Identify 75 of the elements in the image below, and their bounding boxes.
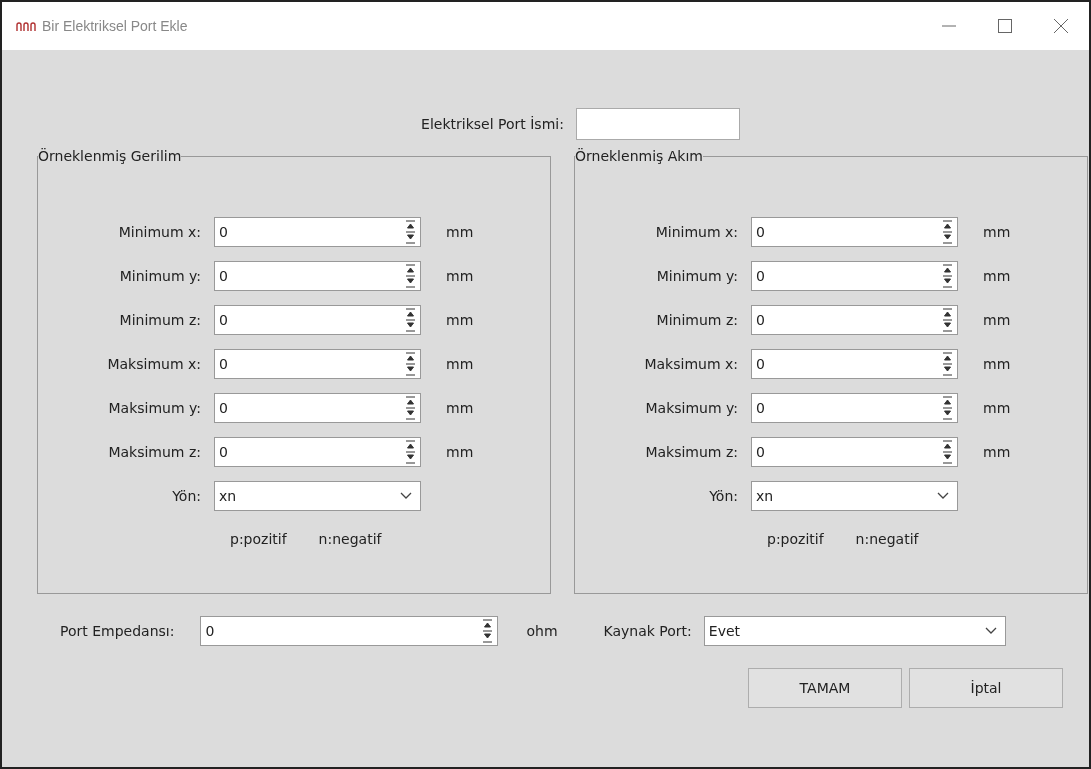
spin-field[interactable]: 0 xyxy=(214,349,421,379)
spin-field[interactable]: 0 xyxy=(214,393,421,423)
port-name-field[interactable] xyxy=(575,108,740,140)
cancel-button[interactable]: İptal xyxy=(909,668,1063,708)
field-label: Minimum x: xyxy=(117,224,201,240)
unit-label: mm xyxy=(446,224,475,240)
spin-field[interactable]: 0 xyxy=(214,437,421,467)
unit-label: mm xyxy=(446,444,475,460)
spin-field[interactable]: 0 xyxy=(751,261,958,291)
unit-label: ohm xyxy=(526,623,558,639)
ok-button[interactable]: TAMAM xyxy=(748,668,902,708)
field-label: Kaynak Port: xyxy=(603,623,692,639)
spin-field[interactable]: 0 xyxy=(751,437,958,467)
spin-arrows-icon[interactable] xyxy=(405,220,416,244)
group-title: Örneklenmiş Gerilim xyxy=(38,148,182,164)
spin-field[interactable]: 0 xyxy=(751,349,958,379)
maximize-icon[interactable] xyxy=(998,19,1012,33)
spin-field[interactable]: 0 xyxy=(751,393,958,423)
spin-field[interactable]: 0 xyxy=(214,261,421,291)
field-label: Minimum y: xyxy=(655,268,738,284)
legend-text: p:pozitif xyxy=(767,531,824,547)
spin-arrows-icon[interactable] xyxy=(405,264,416,288)
spin-field[interactable]: 0 xyxy=(214,217,421,247)
field-label: Maksimum x: xyxy=(106,356,201,372)
spin-arrows-icon[interactable] xyxy=(942,396,953,420)
app-icon xyxy=(16,20,36,32)
unit-label: mm xyxy=(983,444,1012,460)
spin-arrows-icon[interactable] xyxy=(405,440,416,464)
legend-text: p:pozitif xyxy=(230,531,287,547)
spin-arrows-icon[interactable] xyxy=(405,308,416,332)
spin-arrows-icon[interactable] xyxy=(942,440,953,464)
spin-arrows-icon[interactable] xyxy=(405,396,416,420)
unit-label: mm xyxy=(983,356,1012,372)
field-label: Maksimum z: xyxy=(644,444,738,460)
spin-field[interactable]: 0 xyxy=(751,305,958,335)
unit-label: mm xyxy=(983,312,1012,328)
field-label: Elektriksel Port İsmi: xyxy=(421,116,564,132)
spin-field[interactable]: 0 xyxy=(214,305,421,335)
unit-label: mm xyxy=(983,400,1012,416)
window-title: Bir Elektriksel Port Ekle xyxy=(42,18,189,34)
field-label: Minimum z: xyxy=(118,312,201,328)
spin-arrows-icon[interactable] xyxy=(942,308,953,332)
unit-label: mm xyxy=(446,312,475,328)
unit-label: mm xyxy=(983,224,1012,240)
spin-arrows-icon[interactable] xyxy=(942,352,953,376)
unit-label: mm xyxy=(446,268,475,284)
unit-label: mm xyxy=(983,268,1012,284)
spin-arrows-icon[interactable] xyxy=(482,619,494,643)
field-label: Minimum z: xyxy=(655,312,738,328)
legend-text: n:negatif xyxy=(855,531,919,547)
unit-label: mm xyxy=(446,400,475,416)
field-label: Minimum x: xyxy=(654,224,738,240)
spin-field[interactable]: 0 xyxy=(751,217,958,247)
spin-arrows-icon[interactable] xyxy=(405,352,416,376)
group-title: Örneklenmiş Akım xyxy=(575,148,703,164)
field-label: Maksimum z: xyxy=(107,444,201,460)
spin-field[interactable]: 0 xyxy=(200,616,499,646)
field-label: Yön: xyxy=(708,488,738,504)
field-label: Maksimum y: xyxy=(644,400,738,416)
field-label: Yön: xyxy=(171,488,201,504)
direction-dropdown[interactable]: xn xyxy=(751,481,958,511)
field-label: Maksimum y: xyxy=(107,400,201,416)
field-label: Minimum y: xyxy=(118,268,201,284)
dropdown-caret-icon xyxy=(984,627,997,635)
legend-text: n:negatif xyxy=(318,531,382,547)
direction-dropdown[interactable]: xn xyxy=(214,481,421,511)
field-label: Maksimum x: xyxy=(643,356,738,372)
source-port-dropdown[interactable]: Evet xyxy=(703,616,1006,646)
close-icon[interactable] xyxy=(1054,19,1068,33)
unit-label: mm xyxy=(446,356,475,372)
dropdown-caret-icon xyxy=(937,492,949,500)
dropdown-caret-icon xyxy=(400,492,412,500)
spin-arrows-icon[interactable] xyxy=(942,264,953,288)
spin-arrows-icon[interactable] xyxy=(942,220,953,244)
field-label: Port Empedansı: xyxy=(60,623,175,639)
